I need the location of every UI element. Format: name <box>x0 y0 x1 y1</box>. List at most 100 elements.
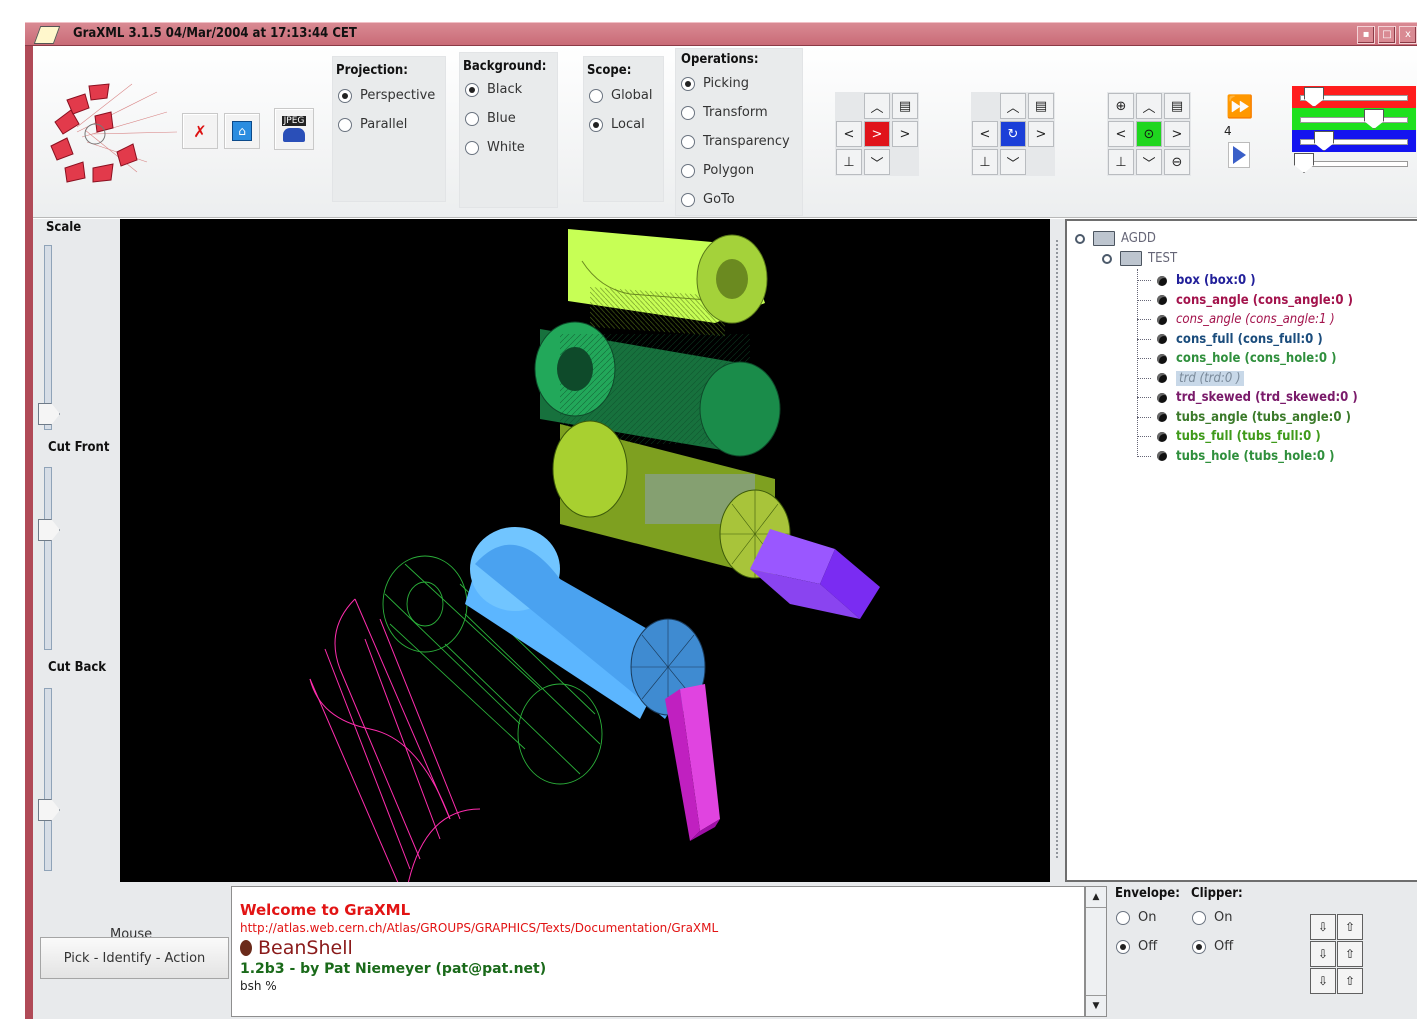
envelope-options: On Off <box>1116 903 1157 961</box>
zoom-up-button[interactable]: ︿ <box>1136 93 1162 119</box>
move-right-button[interactable]: > <box>892 121 918 147</box>
upload-icon[interactable]: ⇧ <box>1337 968 1363 994</box>
zoom-in-icon[interactable]: ⊕ <box>1108 93 1134 119</box>
radio-icon <box>681 192 695 207</box>
tree-item[interactable]: cons_hole (cons_hole:0 ) <box>1137 351 1336 366</box>
radio-goto[interactable]: GoTo <box>681 185 790 214</box>
home-icon: ⌂ <box>232 121 252 141</box>
radio-clipper-off[interactable]: Off <box>1192 932 1233 961</box>
cons-angle-shape[interactable] <box>309 598 481 900</box>
move-center-button[interactable]: > <box>864 121 890 147</box>
tree-item-label: cons_full (cons_full:0 ) <box>1176 331 1323 347</box>
radio-transparency[interactable]: Transparency <box>681 127 790 156</box>
slider-thumb[interactable] <box>1294 153 1314 173</box>
radio-perspective[interactable]: Perspective <box>338 81 435 110</box>
radio-envelope-off[interactable]: Off <box>1116 932 1157 961</box>
radio-blue[interactable]: Blue <box>465 104 525 133</box>
zoom-out-icon[interactable]: ⊖ <box>1164 149 1190 175</box>
upload-icon[interactable]: ⇧ <box>1337 941 1363 967</box>
background-panel: Background: Black Blue White <box>459 52 558 208</box>
trd-skewed-shape[interactable] <box>750 529 880 619</box>
axis-button[interactable]: ▤ <box>1164 93 1190 119</box>
tree-node-test[interactable]: TEST <box>1102 251 1177 266</box>
rotate-center-button[interactable]: ↻ <box>1000 121 1026 147</box>
axis-button[interactable]: ⊥ <box>972 149 998 175</box>
split-divider[interactable] <box>1050 219 1065 882</box>
beanshell-console[interactable]: Welcome to GraXML http://atlas.web.cern.… <box>231 886 1085 1017</box>
radio-polygon[interactable]: Polygon <box>681 156 790 185</box>
download-icon[interactable]: ⇩ <box>1310 914 1336 940</box>
rotate-right-button[interactable]: > <box>1028 121 1054 147</box>
axis-button[interactable]: ⊥ <box>836 149 862 175</box>
rotate-up-button[interactable]: ︿ <box>1000 93 1026 119</box>
zoom-right-button[interactable]: > <box>1164 121 1190 147</box>
home-view-button[interactable]: ⌂ <box>224 113 260 149</box>
scroll-up-icon[interactable]: ▲ <box>1086 887 1106 908</box>
fast-forward-icon[interactable]: ⏩ <box>1226 96 1253 122</box>
tree-item[interactable]: tubs_full (tubs_full:0 ) <box>1137 429 1321 444</box>
radio-white[interactable]: White <box>465 133 525 162</box>
slider-thumb[interactable] <box>1364 109 1384 129</box>
upload-icon[interactable]: ⇧ <box>1337 914 1363 940</box>
tree-item[interactable]: tubs_hole (tubs_hole:0 ) <box>1137 449 1334 464</box>
cut-front-slider[interactable] <box>44 467 52 650</box>
3d-viewport[interactable] <box>120 219 1050 900</box>
tree-item[interactable]: tubs_angle (tubs_angle:0 ) <box>1137 410 1351 425</box>
blue-slider[interactable] <box>1292 130 1416 152</box>
documentation-url[interactable]: http://atlas.web.cern.ch/Atlas/GROUPS/GR… <box>240 921 1084 935</box>
volume-icon <box>1157 392 1167 403</box>
alpha-slider[interactable] <box>1292 152 1416 174</box>
tree-item[interactable]: cons_angle (cons_angle:1 ) <box>1137 312 1335 327</box>
maximize-icon[interactable]: □ <box>1378 26 1396 44</box>
folder-open-icon <box>1093 231 1115 246</box>
tree-item[interactable]: cons_full (cons_full:0 ) <box>1137 332 1323 347</box>
radio-selected-icon <box>465 82 479 97</box>
tree-item[interactable]: trd_skewed (trd_skewed:0 ) <box>1137 390 1358 405</box>
download-icon[interactable]: ⇩ <box>1310 941 1336 967</box>
console-prompt[interactable]: bsh % <box>240 979 1084 993</box>
play-button[interactable] <box>1228 142 1250 168</box>
mouse-mode-button[interactable]: Pick - Identify - Action <box>40 937 229 979</box>
minimize-icon[interactable]: ▪ <box>1357 26 1375 44</box>
red-slider[interactable] <box>1292 86 1416 108</box>
tree-connector <box>1137 455 1151 457</box>
close-icon[interactable]: x <box>1399 26 1417 44</box>
reset-tool-button[interactable]: ✗ <box>182 113 218 149</box>
move-up-button[interactable]: ︿ <box>864 93 890 119</box>
volume-icon <box>1157 314 1167 325</box>
console-scrollbar[interactable]: ▲ ▼ <box>1085 886 1107 1017</box>
axis-button[interactable]: ▤ <box>1028 93 1054 119</box>
axis-button[interactable]: ▤ <box>892 93 918 119</box>
rotate-down-button[interactable]: ﹀ <box>1000 149 1026 175</box>
axis-button[interactable]: ⊥ <box>1108 149 1134 175</box>
radio-envelope-on[interactable]: On <box>1116 903 1157 932</box>
slider-thumb[interactable] <box>1304 87 1324 107</box>
green-slider[interactable] <box>1292 108 1416 130</box>
zoom-down-button[interactable]: ﹀ <box>1136 149 1162 175</box>
radio-transform[interactable]: Transform <box>681 98 790 127</box>
tree-node-root[interactable]: AGDD <box>1075 231 1156 246</box>
slider-thumb[interactable] <box>1314 131 1334 151</box>
download-icon[interactable]: ⇩ <box>1310 968 1336 994</box>
magnifier-icon[interactable]: ⊙ <box>1136 121 1162 147</box>
radio-clipper-on[interactable]: On <box>1192 903 1233 932</box>
tubs-angle-shape[interactable] <box>568 229 768 337</box>
trd-shape[interactable] <box>665 684 720 841</box>
rotate-left-button[interactable]: < <box>972 121 998 147</box>
radio-local[interactable]: Local <box>589 110 652 139</box>
tree-item[interactable]: trd (trd:0 ) <box>1137 370 1244 386</box>
radio-picking[interactable]: Picking <box>681 69 790 98</box>
radio-black[interactable]: Black <box>465 75 525 104</box>
scale-slider[interactable] <box>44 245 52 430</box>
tree-item[interactable]: box (box:0 ) <box>1137 273 1256 288</box>
scroll-down-icon[interactable]: ▼ <box>1086 995 1106 1016</box>
cut-back-slider[interactable] <box>44 688 52 871</box>
box-shape[interactable] <box>465 527 706 719</box>
move-down-button[interactable]: ﹀ <box>864 149 890 175</box>
tree-item[interactable]: cons_angle (cons_angle:0 ) <box>1137 293 1353 308</box>
jpeg-export-button[interactable]: JPEG <box>274 108 314 150</box>
radio-global[interactable]: Global <box>589 81 652 110</box>
move-left-button[interactable]: < <box>836 121 862 147</box>
radio-parallel[interactable]: Parallel <box>338 110 435 139</box>
zoom-left-button[interactable]: < <box>1108 121 1134 147</box>
